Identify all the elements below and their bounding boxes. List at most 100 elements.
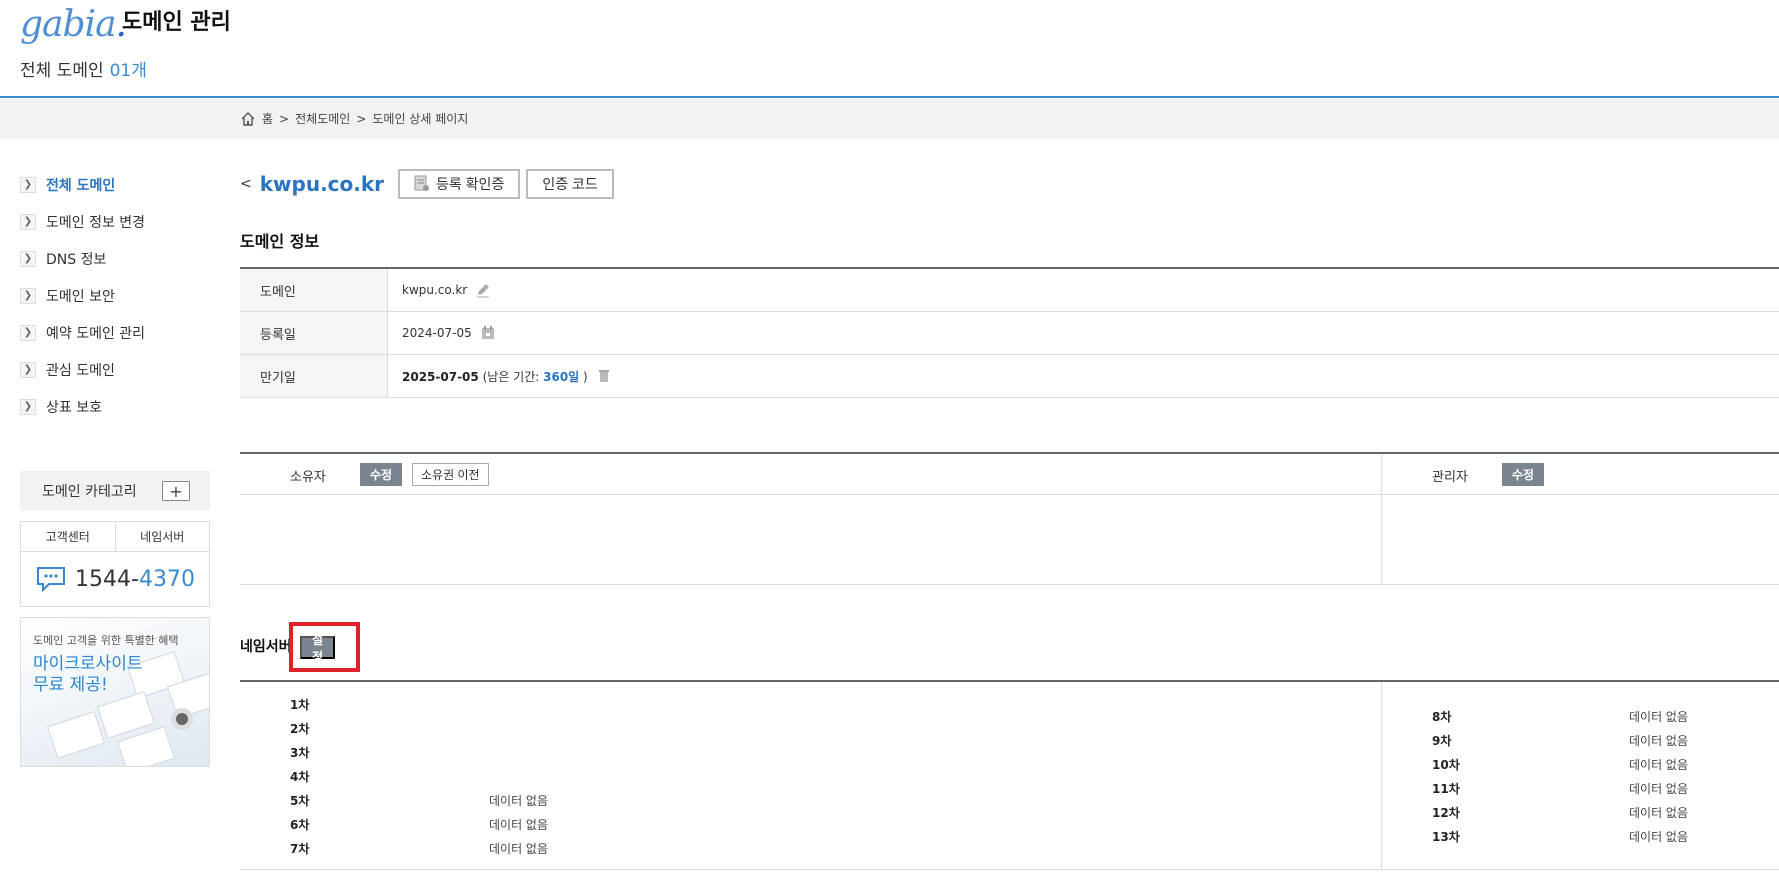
sidebar-item-reserved-domains[interactable]: ❯ 예약 도메인 관리 — [20, 314, 210, 351]
tab-customer-center[interactable]: 고객센터 — [21, 522, 115, 551]
ns-value: 데이터 없음 — [489, 793, 549, 808]
ns-order: 2차 — [290, 721, 310, 736]
list-item: 6차 데이터 없음 — [240, 812, 840, 836]
add-category-button[interactable]: + — [162, 481, 190, 501]
page-title: 도메인 관리 — [122, 10, 231, 35]
breadcrumb-bar: 홈 > 전체도메인 > 도메인 상세 페이지 — [0, 99, 1779, 139]
list-item: 4차 — [240, 764, 840, 788]
domain-info-table: 도메인 kwpu.co.kr 등록일 2024-07-05 만기일 2025-0… — [240, 267, 1779, 398]
header: gabia. 도메인 관리 전체 도메인 01개 — [0, 0, 1779, 98]
owner-edit-button[interactable]: 수정 — [360, 463, 403, 486]
ns-value: 데이터 없음 — [489, 841, 549, 856]
promo-title: 마이크로사이트 무료 제공! — [33, 654, 142, 696]
promo-title-line: 마이크로사이트 — [33, 654, 143, 674]
ns-order: 3차 — [290, 745, 310, 760]
support-box: 고객센터 네임서버 1544-4370 — [20, 521, 210, 607]
sidebar-item-dns-info[interactable]: ❯ DNS 정보 — [20, 240, 210, 277]
domain-count-label: 전체 도메인 — [20, 61, 104, 81]
certificate-icon — [414, 175, 430, 191]
breadcrumb-current: 도메인 상세 페이지 — [372, 112, 469, 126]
chevron-right-icon: ❯ — [20, 361, 36, 378]
sidebar-item-domain-info-change[interactable]: ❯ 도메인 정보 변경 — [20, 203, 210, 240]
column-divider — [1381, 454, 1382, 584]
domain-category: 도메인 카테고리 + — [20, 471, 210, 511]
breadcrumb: 홈 > 전체도메인 > 도메인 상세 페이지 — [240, 110, 468, 127]
list-item: 10차 데이터 없음 — [1382, 752, 1779, 776]
domain-count-value[interactable]: 01개 — [110, 61, 147, 81]
highlight-box — [289, 622, 360, 672]
ns-value: 데이터 없음 — [489, 817, 549, 832]
list-item: 2차 — [240, 716, 840, 740]
table-row: 등록일 2024-07-05 — [240, 312, 1779, 355]
gabia-logo[interactable]: gabia. — [20, 4, 127, 46]
registration-certificate-label: 등록 확인증 — [436, 176, 505, 192]
chevron-right-icon: ❯ — [20, 250, 36, 267]
tab-nameserver[interactable]: 네임서버 — [114, 522, 210, 551]
sidebar-item-trademark-protection[interactable]: ❯ 상표 보호 — [20, 388, 210, 425]
promo-tile — [46, 711, 106, 759]
trash-icon[interactable] — [596, 368, 612, 384]
row-value: 2025-07-05 (남은 기간: 360일 ) — [388, 355, 1779, 397]
admin-label: 관리자 — [1432, 470, 1468, 485]
ns-value: 데이터 없음 — [1629, 781, 1689, 796]
list-item: 9차 데이터 없음 — [1382, 728, 1779, 752]
home-icon[interactable] — [240, 111, 256, 127]
ns-value: 데이터 없음 — [1629, 757, 1689, 772]
remaining-suffix: ) — [583, 369, 588, 384]
breadcrumb-separator: > — [279, 111, 290, 126]
sidebar-item-all-domains[interactable]: ❯ 전체 도메인 — [20, 166, 210, 203]
list-item: 5차 데이터 없음 — [240, 788, 840, 812]
promo-subtitle: 도메인 고객을 위한 특별한 혜택 — [33, 634, 179, 647]
chat-bubble-icon — [37, 567, 66, 593]
ns-value: 데이터 없음 — [1629, 733, 1689, 748]
chevron-right-icon: ❯ — [20, 176, 36, 193]
chevron-right-icon: ❯ — [20, 398, 36, 415]
promo-title-line: 무료 제공! — [33, 675, 108, 695]
owner-label: 소유자 — [290, 470, 326, 485]
breadcrumb-home[interactable]: 홈 — [262, 110, 273, 127]
sidebar-item-label: 관심 도메인 — [46, 362, 115, 379]
list-item: 3차 — [240, 740, 840, 764]
sidebar-item-domain-security[interactable]: ❯ 도메인 보안 — [20, 277, 210, 314]
ns-order: 9차 — [1432, 733, 1452, 748]
ns-order: 13차 — [1432, 829, 1460, 844]
edit-pencil-icon[interactable] — [475, 282, 491, 298]
domain-name-title: kwpu.co.kr — [259, 172, 385, 196]
ns-order: 7차 — [290, 841, 310, 856]
expiry-date: 2025-07-05 — [402, 369, 479, 384]
registration-certificate-button[interactable]: 등록 확인증 — [398, 169, 521, 199]
row-value: 2024-07-05 — [388, 312, 1779, 354]
sidebar: ❯ 전체 도메인 ❯ 도메인 정보 변경 ❯ DNS 정보 ❯ 도메인 보안 ❯ 예약 도… — [20, 166, 210, 425]
ns-order: 10차 — [1432, 757, 1460, 772]
logo-text: gabia — [20, 4, 117, 45]
admin-edit-button[interactable]: 수정 — [1502, 463, 1545, 486]
breadcrumb-all-domains[interactable]: 전체도메인 — [295, 110, 350, 127]
row-value: kwpu.co.kr — [388, 269, 1779, 311]
table-row: 만기일 2025-07-05 (남은 기간: 360일 ) — [240, 355, 1779, 398]
ns-order: 12차 — [1432, 805, 1460, 820]
sidebar-item-label: 도메인 보안 — [46, 288, 115, 305]
row-label: 등록일 — [240, 312, 388, 354]
contacts-table: 소유자 수정 소유권 이전 관리자 수정 — [240, 452, 1779, 585]
chevron-right-icon: ❯ — [20, 213, 36, 230]
ownership-transfer-button[interactable]: 소유권 이전 — [412, 463, 489, 486]
phone-suffix: 4370 — [138, 566, 195, 592]
remaining-days: 360일 — [543, 369, 580, 384]
ns-order: 5차 — [290, 793, 310, 808]
support-phone: 1544-4370 — [21, 552, 209, 606]
domain-category-label: 도메인 카테고리 — [42, 484, 137, 500]
row-label: 도메인 — [240, 269, 388, 311]
nameserver-title: 네임서버 — [240, 639, 292, 655]
sidebar-item-watched-domains[interactable]: ❯ 관심 도메인 — [20, 351, 210, 388]
ns-order: 8차 — [1432, 709, 1452, 724]
registration-date: 2024-07-05 — [402, 326, 472, 340]
auth-code-button[interactable]: 인증 코드 — [526, 169, 614, 199]
ns-value: 데이터 없음 — [1629, 829, 1689, 844]
phone-prefix: 1544- — [75, 566, 139, 592]
ns-order: 4차 — [290, 769, 310, 784]
list-item: 11차 데이터 없음 — [1382, 776, 1779, 800]
sidebar-item-label: 전체 도메인 — [46, 177, 116, 194]
microsite-promo-banner[interactable]: 도메인 고객을 위한 특별한 혜택 마이크로사이트 무료 제공! — [20, 617, 210, 767]
back-button[interactable]: < — [240, 176, 252, 192]
row-label: 만기일 — [240, 355, 388, 397]
